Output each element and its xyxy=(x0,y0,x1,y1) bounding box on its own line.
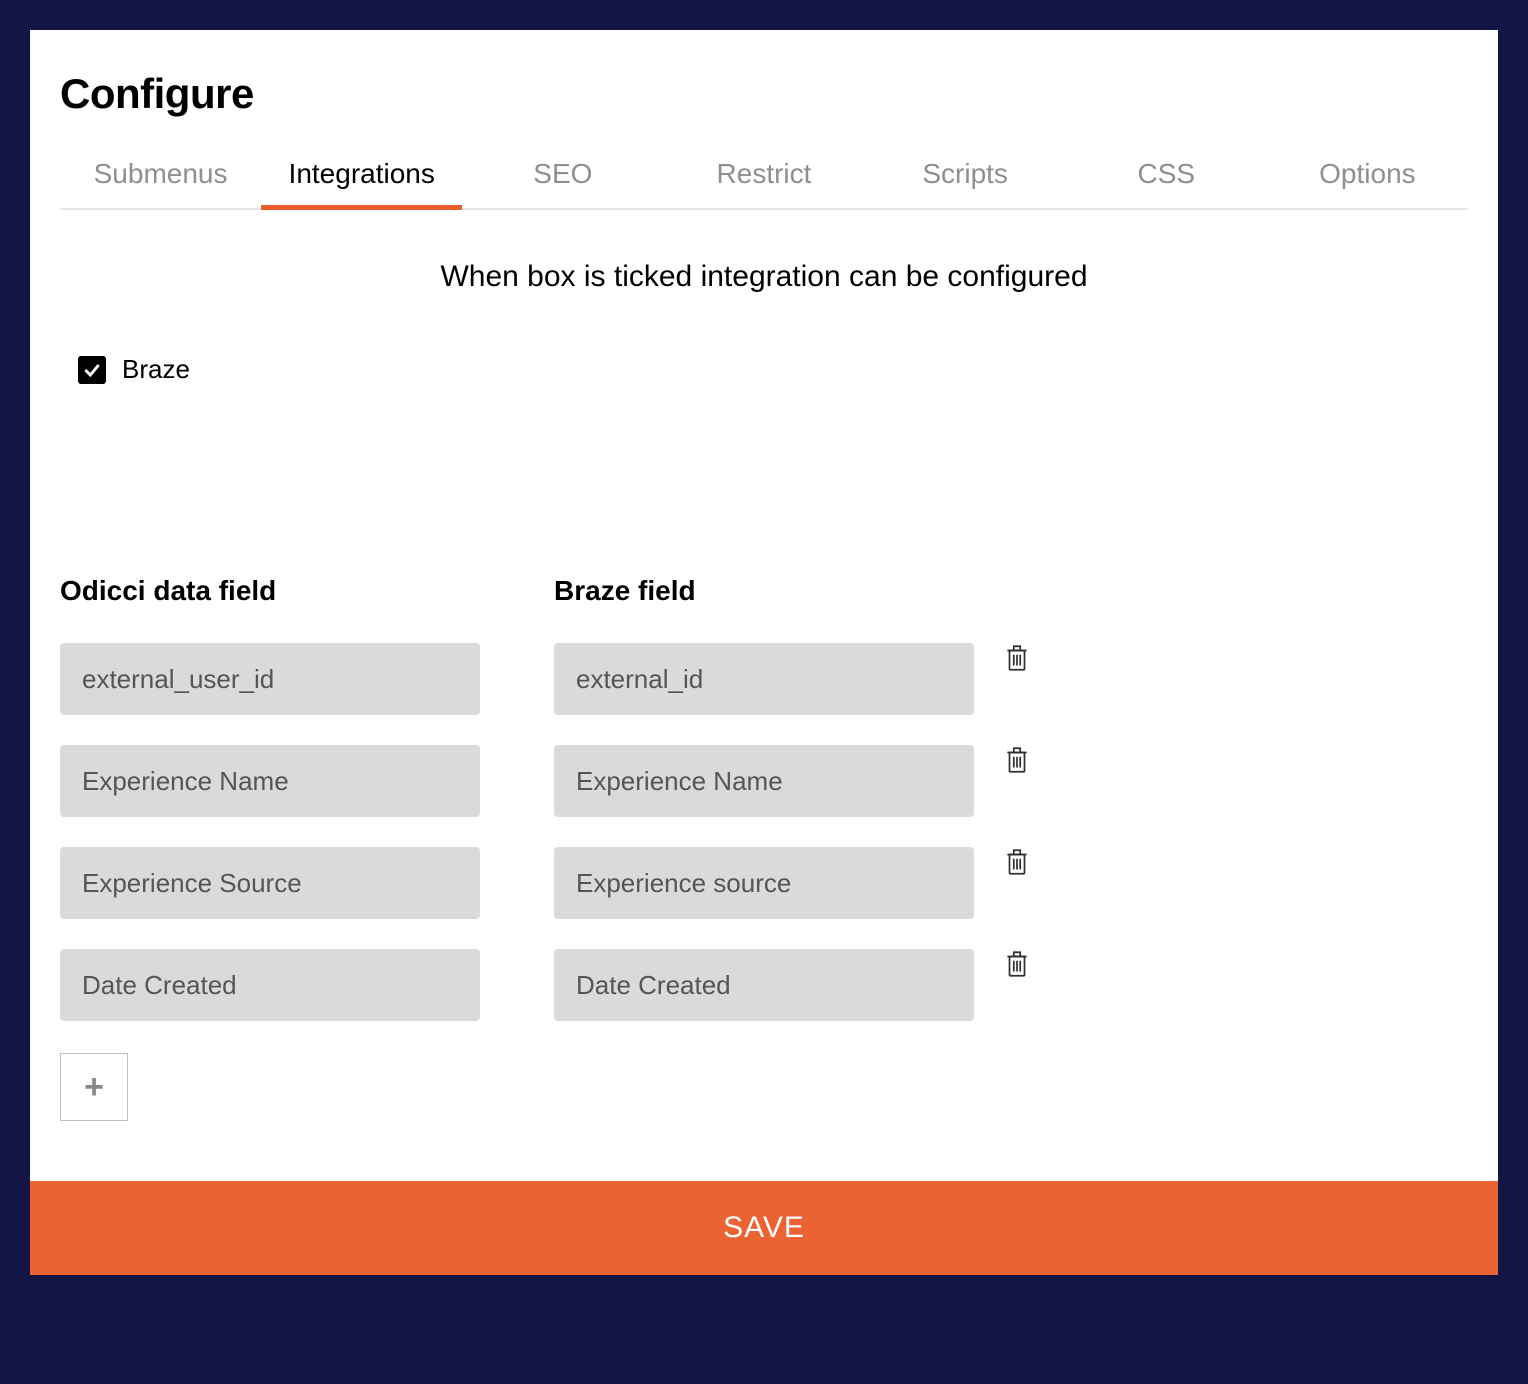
braze-field[interactable]: external_id xyxy=(554,643,974,715)
add-row-button[interactable]: + xyxy=(60,1053,128,1121)
odicci-field[interactable]: Experience Source xyxy=(60,847,480,919)
trash-icon xyxy=(1004,643,1030,673)
braze-field[interactable]: Experience source xyxy=(554,847,974,919)
tab-options[interactable]: Options xyxy=(1267,158,1468,208)
trash-icon xyxy=(1004,949,1030,979)
tab-restrict[interactable]: Restrict xyxy=(663,158,864,208)
odicci-field[interactable]: Experience Name xyxy=(60,745,480,817)
delete-row-button[interactable] xyxy=(1004,741,1030,813)
braze-checkbox[interactable] xyxy=(78,356,106,384)
odicci-field[interactable]: Date Created xyxy=(60,949,480,1021)
integration-hint: When box is ticked integration can be co… xyxy=(60,260,1468,294)
braze-column: Braze field external_id Experience Name … xyxy=(554,575,974,1021)
odicci-fields: external_user_id Experience Name Experie… xyxy=(60,643,480,1021)
save-button[interactable]: SAVE xyxy=(30,1181,1498,1275)
tab-bar: Submenus Integrations SEO Restrict Scrip… xyxy=(60,158,1468,210)
odicci-field[interactable]: external_user_id xyxy=(60,643,480,715)
delete-row-button[interactable] xyxy=(1004,945,1030,1017)
tab-submenus[interactable]: Submenus xyxy=(60,158,261,208)
tab-seo[interactable]: SEO xyxy=(462,158,663,208)
odicci-header: Odicci data field xyxy=(60,575,480,607)
trash-icon xyxy=(1004,847,1030,877)
braze-label: Braze xyxy=(122,354,190,385)
braze-field[interactable]: Experience Name xyxy=(554,745,974,817)
configure-panel: Configure Submenus Integrations SEO Rest… xyxy=(30,30,1498,1275)
page-title: Configure xyxy=(60,70,1468,118)
tab-scripts[interactable]: Scripts xyxy=(865,158,1066,208)
delete-row-button[interactable] xyxy=(1004,639,1030,711)
trash-icon xyxy=(1004,745,1030,775)
tab-css[interactable]: CSS xyxy=(1066,158,1267,208)
delete-column xyxy=(1004,575,1030,1017)
field-mapping: Odicci data field external_user_id Exper… xyxy=(60,575,1468,1121)
braze-field[interactable]: Date Created xyxy=(554,949,974,1021)
check-icon xyxy=(82,360,102,380)
tab-integrations[interactable]: Integrations xyxy=(261,158,462,208)
panel-body: Configure Submenus Integrations SEO Rest… xyxy=(30,30,1498,1181)
delete-row-button[interactable] xyxy=(1004,843,1030,915)
braze-header: Braze field xyxy=(554,575,974,607)
integration-toggle-row: Braze xyxy=(78,354,1468,385)
odicci-column: Odicci data field external_user_id Exper… xyxy=(60,575,480,1121)
braze-fields: external_id Experience Name Experience s… xyxy=(554,643,974,1021)
